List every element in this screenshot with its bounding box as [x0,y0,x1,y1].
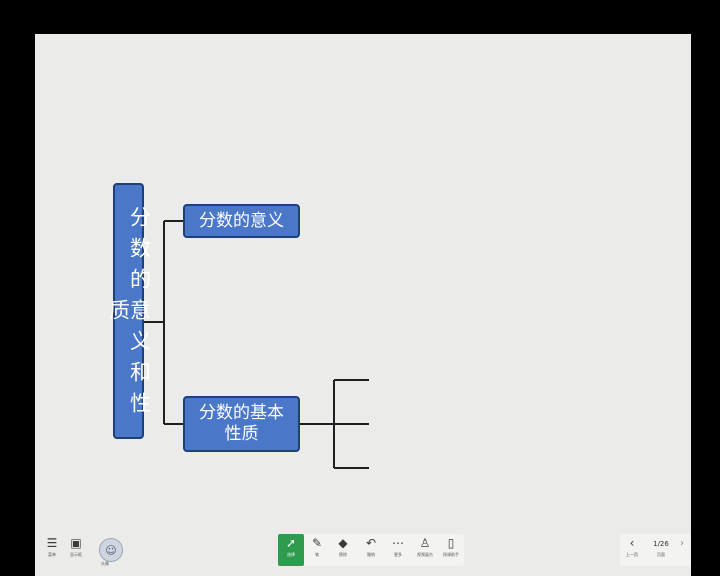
pen-icon: ✎ [311,536,323,550]
chevron-right-icon[interactable]: › [680,538,684,549]
video-stand-button[interactable]: ♙ 视频展台 [412,534,438,566]
undo-button[interactable]: ↶ 撤销 [358,534,384,566]
page-counter-label: 页面 [657,552,665,557]
more-label: 更多 [394,552,402,557]
previous-page-label: 上一页 [626,552,638,557]
menu-icon: ☰ [46,536,58,550]
eraser-icon: ◆ [338,536,348,550]
whiteboard-canvas[interactable]: 分数的意义和性质 分数的意义 分数的基本性质 [35,34,691,530]
teaching-assistant-button[interactable]: ▯ 授课助手 [438,534,464,566]
pointer-icon: ➚ [285,536,297,550]
teaching-assistant-label: 授课助手 [443,552,459,557]
tool-group: ➚ 选择 ✎ 笔 ◆ 擦除 ↶ 撤销 ⋯ 更多 ♙ 视频展台 ▯ 授课助手 [278,534,464,566]
previous-page-button[interactable]: ‹ 上一页 [622,534,642,566]
page-navigator: ‹ 上一页 1/26 页面 › [620,534,691,566]
undo-label: 撤销 [367,552,375,557]
menu-button[interactable]: ☰ 菜单 [39,534,65,566]
mindmap-root-node[interactable]: 分数的意义和性质 [107,183,152,439]
pen-tool-button[interactable]: ✎ 笔 [304,534,330,566]
pen-tool-label: 笔 [315,552,319,557]
user-avatar-icon[interactable]: ☺ [99,538,123,562]
chevron-left-icon: ‹ [629,536,635,550]
mindmap-node-basic-property[interactable]: 分数的基本性质 [183,396,300,452]
bottom-toolbar: ☰ 菜单 ▣ 显示框 ☺ 头像 ➚ 选择 ✎ 笔 ◆ 擦除 ↶ 撤销 ⋯ 更多 … [35,530,691,576]
undo-icon: ↶ [365,536,377,550]
select-tool-label: 选择 [287,552,295,557]
page-counter[interactable]: 1/26 [647,540,675,548]
eraser-tool-label: 擦除 [339,552,347,557]
more-button[interactable]: ⋯ 更多 [385,534,411,566]
phone-icon: ▯ [447,536,455,550]
display-icon: ▣ [70,536,82,550]
display-label: 显示框 [70,552,82,557]
video-stand-label: 视频展台 [417,552,433,557]
avatar-label: 头像 [101,561,109,566]
whiteboard-screen: 分数的意义和性质 分数的意义 分数的基本性质 ☰ 菜单 ▣ 显示框 ☺ 头像 ➚… [35,34,691,576]
more-icon: ⋯ [392,536,404,550]
eraser-tool-button[interactable]: ◆ 擦除 [330,534,356,566]
display-button[interactable]: ▣ 显示框 [63,534,89,566]
select-tool-button[interactable]: ➚ 选择 [278,534,304,566]
stamp-icon: ♙ [419,536,431,550]
mindmap-node-meaning[interactable]: 分数的意义 [183,204,300,238]
menu-label: 菜单 [48,552,56,557]
